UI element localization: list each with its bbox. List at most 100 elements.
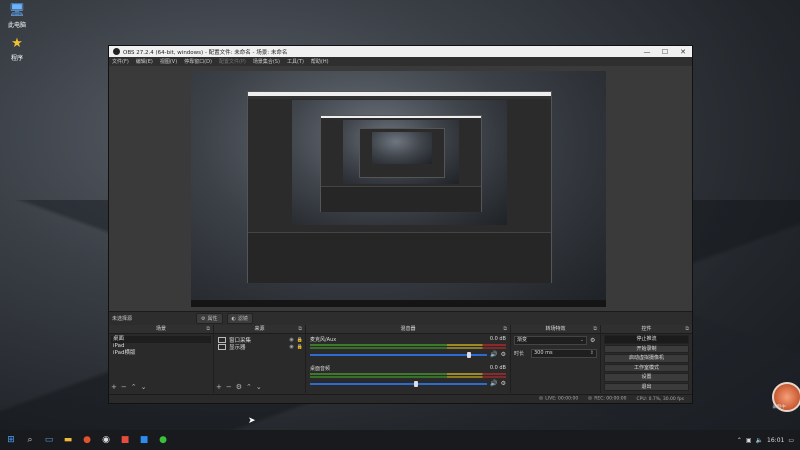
network-icon[interactable]: ▣ xyxy=(746,437,752,444)
system-tray: ⌃ ▣ 🔈 16:01 ▭ xyxy=(737,437,800,444)
transitions-dock-header: 转场特效 ⧉ xyxy=(511,325,600,334)
properties-button[interactable]: ⚙ 属性 xyxy=(196,313,223,324)
wechat-icon[interactable]: ● xyxy=(155,433,171,447)
sources-list: 窗口采集 ◉ 🔒 显示器 ◉ 🔒 xyxy=(214,334,305,352)
slider-knob[interactable] xyxy=(467,351,472,358)
volume-slider[interactable] xyxy=(310,351,488,358)
dock-float-icon[interactable]: ⧉ xyxy=(298,325,302,333)
filters-label: 滤镜 xyxy=(237,316,248,322)
tray-chevron-icon[interactable]: ⌃ xyxy=(737,437,742,444)
scene-item[interactable]: 桌面 xyxy=(111,336,211,343)
exit-button[interactable]: 退出 xyxy=(604,382,689,391)
filters-button[interactable]: ◐ 滤镜 xyxy=(226,313,253,324)
scene-item[interactable]: iPad xyxy=(111,343,211,350)
app-icon[interactable]: ■ xyxy=(136,433,152,447)
nested-titlebar xyxy=(321,116,481,118)
nested-obs-window xyxy=(247,91,552,283)
nested-obs-window-2 xyxy=(320,115,482,212)
speaker-icon[interactable]: 🔈 xyxy=(756,437,763,444)
desktop-icon-this-pc[interactable]: 🖥 此电脑 xyxy=(2,4,32,30)
menu-tools[interactable]: 工具(T) xyxy=(287,58,304,65)
window-titlebar[interactable]: OBS 27.2.4 (64-bit, windows) - 配置文件: 未命名… xyxy=(109,46,692,57)
virtual-camera-button[interactable]: 启动虚拟摄像机 xyxy=(604,354,689,363)
browser-icon[interactable]: ● xyxy=(79,433,95,447)
menu-view[interactable]: 视图(V) xyxy=(160,58,177,65)
remove-icon[interactable]: − xyxy=(121,383,127,391)
speaker-icon[interactable]: 🔊 xyxy=(490,351,497,358)
move-down-icon[interactable]: ⌄ xyxy=(256,383,262,391)
gear-icon[interactable]: ⚙ xyxy=(590,337,597,344)
window-title: OBS 27.2.4 (64-bit, windows) - 配置文件: 未命名… xyxy=(123,49,288,56)
mixer-dock-header: 混音器 ⧉ xyxy=(306,325,510,334)
task-view-icon[interactable]: ▭ xyxy=(41,433,57,447)
scenes-title: 场景 xyxy=(155,326,166,332)
transition-select[interactable]: 渐变 ⌄ xyxy=(514,336,587,345)
studio-mode-button[interactable]: 工作室模式 xyxy=(604,363,689,372)
lock-icon[interactable]: 🔒 xyxy=(297,337,303,343)
properties-label: 属性 xyxy=(207,316,218,322)
menu-docks[interactable]: 停靠窗口(D) xyxy=(184,58,212,65)
volume-meter xyxy=(310,376,506,378)
add-icon[interactable]: + xyxy=(111,383,117,391)
app-icon[interactable]: ■ xyxy=(117,433,133,447)
preview-canvas[interactable] xyxy=(191,71,606,307)
speaker-icon[interactable]: 🔊 xyxy=(490,380,497,387)
no-source-label: 未选择源 xyxy=(112,316,133,322)
source-item[interactable]: 显示器 ◉ 🔒 xyxy=(216,343,303,351)
menu-help[interactable]: 帮助(H) xyxy=(311,58,329,65)
rec-icon xyxy=(588,396,593,401)
settings-button[interactable]: 设置 xyxy=(604,373,689,382)
desktop-icon-label: 程序 xyxy=(10,55,23,62)
status-bar: LIVE: 00:00:00 REC: 00:00:00 CPU: 0.7%, … xyxy=(109,394,692,403)
scene-item[interactable]: iPad横版 xyxy=(111,350,211,357)
add-icon[interactable]: + xyxy=(216,383,222,391)
obs-icon[interactable]: ◉ xyxy=(98,433,114,447)
menu-edit[interactable]: 编辑(E) xyxy=(136,58,153,65)
move-up-icon[interactable]: ⌃ xyxy=(131,383,137,391)
controls-dock-header: 控件 ⧉ xyxy=(601,325,692,334)
controls-dock: 控件 ⧉ 停止推流 开始录制 启动虚拟摄像机 工作室模式 设置 退出 xyxy=(601,325,692,393)
search-icon[interactable]: ⌕ xyxy=(22,433,38,447)
recorder-label: 录制中 xyxy=(772,405,786,410)
windows-start-icon[interactable]: ⊞ xyxy=(3,433,19,447)
gear-icon[interactable]: ⚙ xyxy=(501,351,506,358)
dock-float-icon[interactable]: ⧉ xyxy=(593,325,597,333)
gear-icon[interactable]: ⚙ xyxy=(501,380,506,387)
scenes-toolbar: + − ⌃ ⌄ xyxy=(111,383,147,391)
gear-icon: ⚙ xyxy=(201,315,206,322)
nested-menubar xyxy=(248,96,551,99)
spinner-icon[interactable]: ⇕ xyxy=(590,350,594,357)
lock-icon[interactable]: 🔒 xyxy=(297,344,303,350)
gear-icon[interactable]: ⚙ xyxy=(236,383,242,391)
clock[interactable]: 16:01 xyxy=(767,437,784,444)
volume-meter xyxy=(310,373,506,375)
visibility-eye-icon[interactable]: ◉ xyxy=(289,337,293,343)
volume-slider[interactable] xyxy=(310,380,488,387)
menu-profile[interactable]: 配置文件(P) xyxy=(219,58,246,65)
visibility-eye-icon[interactable]: ◉ xyxy=(289,344,293,350)
move-up-icon[interactable]: ⌃ xyxy=(246,383,252,391)
dock-float-icon[interactable]: ⧉ xyxy=(206,325,210,333)
start-recording-button[interactable]: 开始录制 xyxy=(604,344,689,353)
obs-window: OBS 27.2.4 (64-bit, windows) - 配置文件: 未命名… xyxy=(108,45,693,404)
slider-knob[interactable] xyxy=(414,380,419,387)
minimize-button[interactable]: — xyxy=(638,48,656,56)
live-status: LIVE: 00:00:00 xyxy=(539,396,578,402)
menu-file[interactable]: 文件(F) xyxy=(112,58,129,65)
remove-icon[interactable]: − xyxy=(226,383,232,391)
dock-float-icon[interactable]: ⧉ xyxy=(503,325,507,333)
duration-value: 300 ms xyxy=(534,350,553,356)
notification-icon[interactable]: ▭ xyxy=(788,437,794,444)
filter-icon: ◐ xyxy=(231,315,236,322)
desktop-icon-program[interactable]: ★ 程序 xyxy=(2,37,32,63)
dock-float-icon[interactable]: ⧉ xyxy=(685,325,689,333)
mouse-cursor-icon: ➤ xyxy=(248,416,256,426)
close-button[interactable]: ✕ xyxy=(674,48,692,56)
rec-time: REC: 00:00:00 xyxy=(594,396,627,402)
stop-streaming-button[interactable]: 停止推流 xyxy=(604,335,689,344)
move-down-icon[interactable]: ⌄ xyxy=(141,383,147,391)
duration-input[interactable]: 300 ms ⇕ xyxy=(531,349,597,358)
menu-scene-collection[interactable]: 场景集合(S) xyxy=(253,58,280,65)
maximize-button[interactable]: ☐ xyxy=(656,48,674,56)
folder-icon[interactable]: ▬ xyxy=(60,433,76,447)
